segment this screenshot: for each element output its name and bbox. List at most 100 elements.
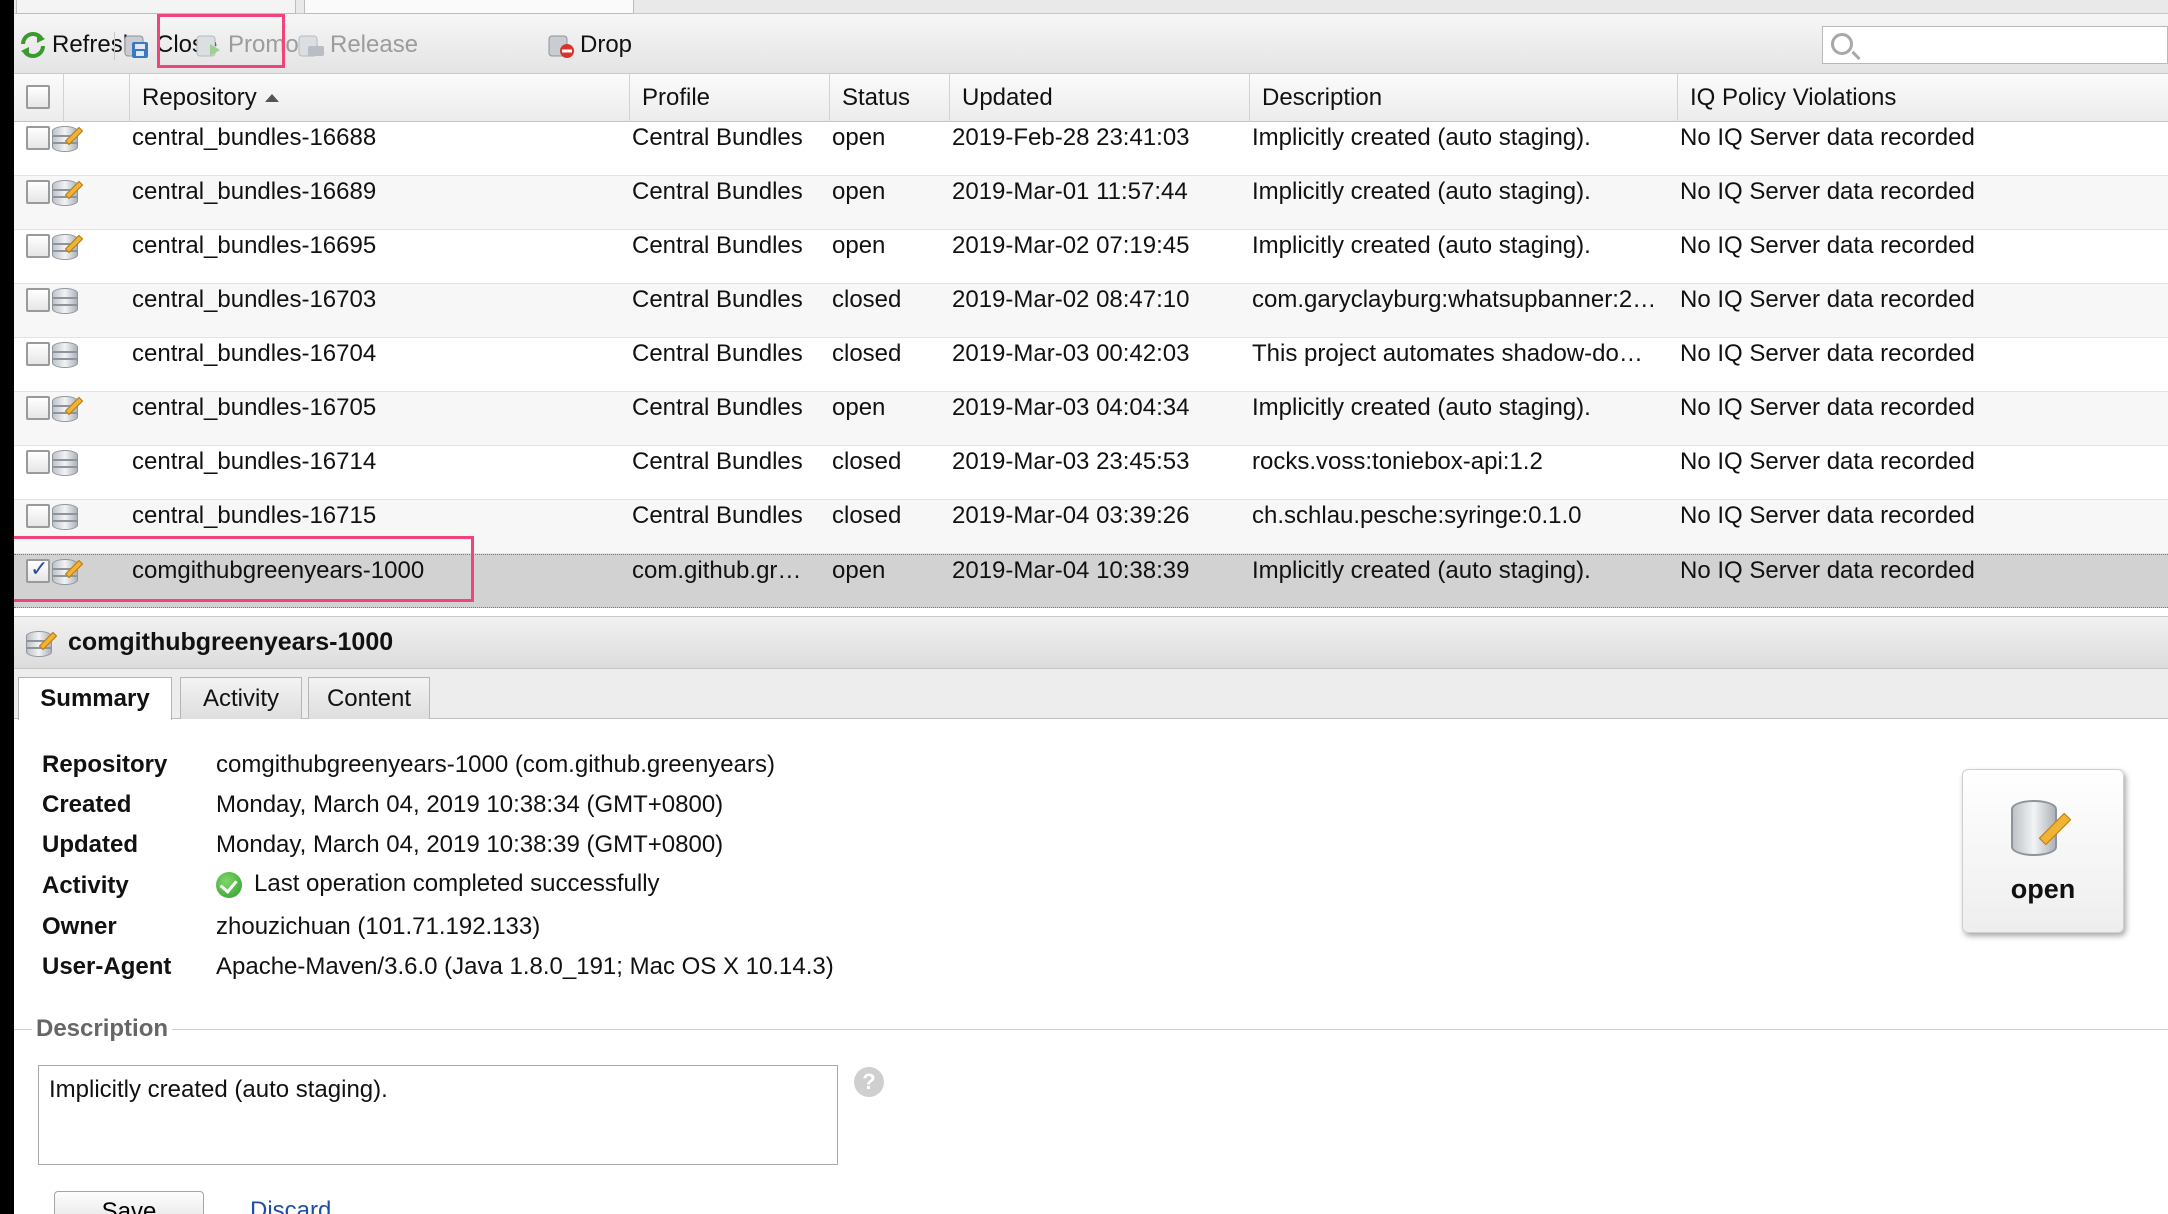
- cell-status: closed: [832, 448, 902, 475]
- closed-repo-icon: [52, 501, 78, 531]
- owner-label: Owner: [42, 913, 117, 940]
- cell-status: open: [832, 232, 886, 259]
- cell-repository: central_bundles-16714: [132, 448, 377, 475]
- open-repo-icon: [52, 177, 84, 207]
- column-header-iq-label: IQ Policy Violations: [1690, 84, 1897, 111]
- updated-value: Monday, March 04, 2019 10:38:39 (GMT+080…: [216, 831, 724, 858]
- cell-iq: No IQ Server data recorded: [1680, 178, 1975, 205]
- cell-description: ch.schlau.pesche:syringe:0.1.0: [1252, 502, 1582, 529]
- cell-iq: No IQ Server data recorded: [1680, 232, 1975, 259]
- row-select-checkbox[interactable]: [26, 126, 50, 150]
- cell-status: open: [832, 178, 886, 205]
- cell-repository: central_bundles-16704: [132, 340, 377, 367]
- table-row[interactable]: central_bundles-16705 Central Bundles open…: [14, 392, 2168, 446]
- cell-description: Implicitly created (auto staging).: [1252, 124, 1591, 151]
- save-button[interactable]: Save: [54, 1191, 204, 1214]
- open-repo-icon: [26, 628, 58, 658]
- help-icon[interactable]: ?: [854, 1067, 884, 1097]
- column-header-description[interactable]: Description: [1250, 74, 1678, 122]
- cell-status: closed: [832, 502, 902, 529]
- activity-label: Activity: [42, 872, 129, 899]
- cell-status: closed: [832, 340, 902, 367]
- table-row[interactable]: central_bundles-16714 Central Bundles clos…: [14, 446, 2168, 500]
- cell-profile: Central Bundles: [632, 178, 803, 205]
- search-input[interactable]: [1863, 31, 2159, 59]
- status-badge-label: open: [2010, 874, 2076, 904]
- column-header-profile[interactable]: Profile: [630, 74, 830, 122]
- row-select-checkbox[interactable]: [26, 450, 50, 474]
- cell-updated: 2019-Feb-28 23:41:03: [952, 124, 1190, 151]
- cell-updated: 2019-Mar-01 11:57:44: [952, 178, 1188, 205]
- detail-title: comgithubgreenyears-1000: [68, 628, 394, 656]
- row-select-checkbox[interactable]: [26, 288, 50, 312]
- row-select-checkbox[interactable]: [26, 234, 50, 258]
- activity-value: Last operation completed successfully: [216, 870, 660, 898]
- close-highlight-box: [157, 14, 285, 68]
- staging-repositories-window: Refresh Close Promote Release Drop Repos…: [14, 0, 2168, 1214]
- repository-label: Repository: [42, 751, 168, 778]
- column-header-updated[interactable]: Updated: [950, 74, 1250, 122]
- tab-content[interactable]: Content: [308, 677, 430, 719]
- search-field[interactable]: [1822, 26, 2168, 64]
- table-row[interactable]: central_bundles-16695 Central Bundles open…: [14, 230, 2168, 284]
- row-select-checkbox[interactable]: [26, 342, 50, 366]
- selected-row-highlight-box: [14, 536, 474, 602]
- closed-repo-icon: [52, 447, 78, 477]
- description-textarea[interactable]: Implicitly created (auto staging).: [38, 1065, 838, 1165]
- cell-status: closed: [832, 286, 902, 313]
- cell-updated: 2019-Mar-03 23:45:53: [952, 448, 1190, 475]
- table-row[interactable]: central_bundles-16688 Central Bundles open…: [14, 122, 2168, 176]
- open-repo-icon: [52, 393, 84, 423]
- drop-button[interactable]: Drop: [546, 27, 632, 63]
- description-section-title: Description: [32, 1015, 173, 1043]
- row-select-checkbox[interactable]: [26, 504, 50, 528]
- sort-ascending-icon: [264, 94, 279, 102]
- refresh-button[interactable]: Refresh: [18, 27, 136, 63]
- closed-repo-icon: [52, 339, 78, 369]
- cell-description: This project automates shadow-do…: [1252, 340, 1643, 367]
- cell-status: open: [832, 124, 886, 151]
- window-tab-strip: [14, 0, 2168, 14]
- cell-description: rocks.voss:toniebox-api:1.2: [1252, 448, 1543, 475]
- table-row[interactable]: central_bundles-16703 Central Bundles clos…: [14, 284, 2168, 338]
- cell-description: Implicitly created (auto staging).: [1252, 394, 1591, 421]
- cell-repository: central_bundles-16705: [132, 394, 377, 421]
- release-button[interactable]: Release: [296, 27, 418, 63]
- grid-header: Repository Profile Status Updated Descri…: [14, 74, 2168, 122]
- column-header-repository[interactable]: Repository: [130, 74, 630, 122]
- select-all-checkbox[interactable]: [26, 85, 50, 109]
- description-divider: [14, 1029, 2168, 1030]
- success-check-icon: [216, 871, 242, 898]
- column-header-iq-policy[interactable]: IQ Policy Violations: [1678, 74, 2168, 122]
- table-row[interactable]: central_bundles-16689 Central Bundles open…: [14, 176, 2168, 230]
- tab-summary[interactable]: Summary: [18, 677, 172, 720]
- cell-iq: No IQ Server data recorded: [1680, 286, 1975, 313]
- cell-updated: 2019-Mar-02 08:47:10: [952, 286, 1190, 313]
- tab-summary-label: Summary: [40, 685, 150, 712]
- cell-description: com.garyclayburg:whatsupbanner:2…: [1252, 286, 1657, 313]
- cell-iq: No IQ Server data recorded: [1680, 124, 1975, 151]
- cell-profile: Central Bundles: [632, 448, 803, 475]
- row-select-checkbox[interactable]: [26, 180, 50, 204]
- cell-profile: Central Bundles: [632, 232, 803, 259]
- tab-activity-label: Activity: [202, 684, 279, 712]
- discard-link[interactable]: Discard: [250, 1197, 331, 1214]
- detail-tabs: Summary Activity Content: [14, 669, 2168, 720]
- release-icon: [296, 30, 326, 60]
- user-agent-label: User-Agent: [42, 953, 172, 980]
- cell-repository: central_bundles-16715: [132, 502, 377, 529]
- column-header-status[interactable]: Status: [830, 74, 950, 122]
- cell-updated: 2019-Mar-03 00:42:03: [952, 340, 1190, 367]
- window-tab-2[interactable]: [304, 0, 634, 14]
- tab-activity[interactable]: Activity: [180, 677, 302, 719]
- cell-iq: No IQ Server data recorded: [1680, 502, 1975, 529]
- row-select-checkbox[interactable]: [26, 396, 50, 420]
- column-header-status-label: Status: [842, 84, 911, 111]
- cell-description: Implicitly created (auto staging).: [1252, 232, 1591, 259]
- cell-profile: Central Bundles: [632, 286, 803, 313]
- open-repo-icon: [2011, 800, 2072, 858]
- owner-value: zhouzichuan (101.71.192.133): [216, 913, 541, 940]
- window-tab-1[interactable]: [16, 0, 296, 14]
- table-row[interactable]: central_bundles-16704 Central Bundles clos…: [14, 338, 2168, 392]
- drop-icon: [546, 30, 576, 60]
